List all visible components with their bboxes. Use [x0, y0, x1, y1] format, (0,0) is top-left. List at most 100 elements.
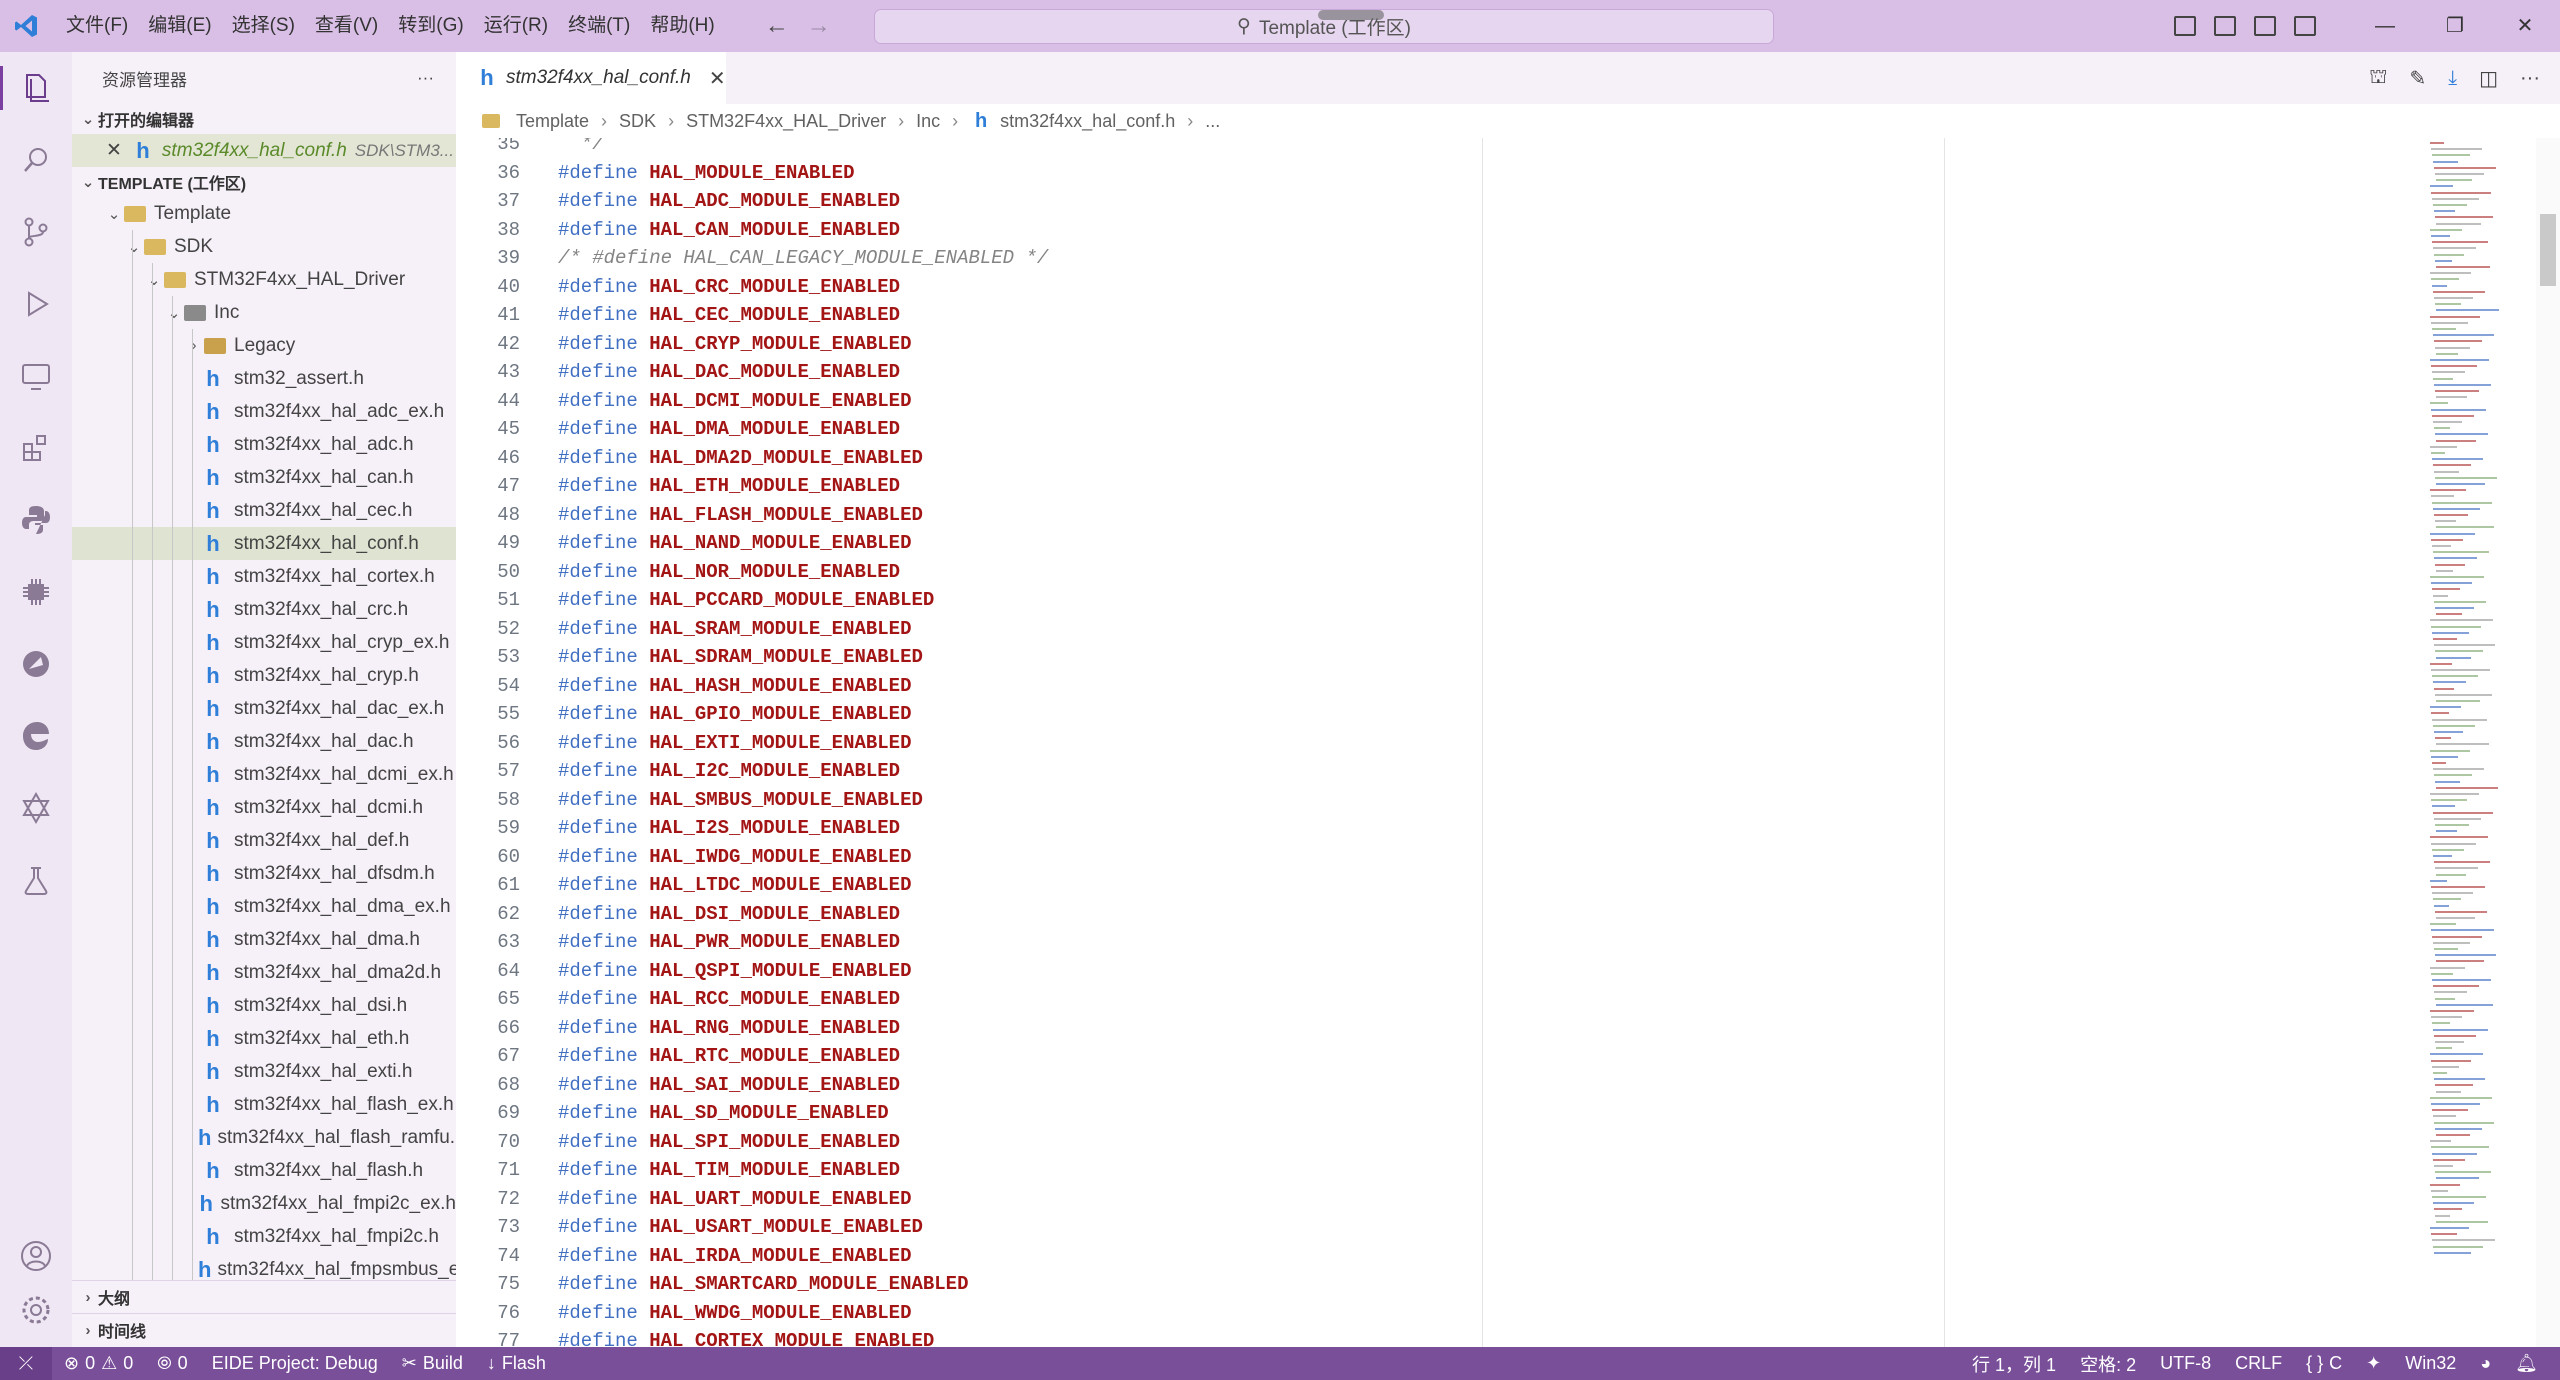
problems-indicator[interactable]: ⊗ 0 ⚠ 0	[52, 1353, 145, 1374]
settings-gear-icon[interactable]	[0, 1274, 72, 1346]
outline-header[interactable]: › 大纲	[72, 1280, 456, 1313]
menu-item[interactable]: 选择(S)	[222, 0, 305, 52]
tree-file-item[interactable]: h stm32_assert.h	[72, 362, 456, 395]
chip-icon[interactable]	[0, 556, 72, 628]
notifications-bell-icon[interactable]: 🔔︎	[2503, 1353, 2550, 1374]
tree-file-item[interactable]: h stm32f4xx_hal_dcmi_ex.h	[72, 758, 456, 791]
end-of-line[interactable]: CRLF	[2223, 1353, 2294, 1374]
breadcrumb-item[interactable]: SDK	[619, 111, 656, 132]
tree-file-item[interactable]: h stm32f4xx_hal_adc.h	[72, 428, 456, 461]
extensions-icon[interactable]	[0, 412, 72, 484]
remote-explorer-icon[interactable]	[0, 340, 72, 412]
tree-file-item[interactable]: h stm32f4xx_hal_dcmi.h	[72, 791, 456, 824]
tree-file-item[interactable]: h stm32f4xx_hal_crc.h	[72, 593, 456, 626]
tree-file-item[interactable]: h stm32f4xx_hal_cortex.h	[72, 560, 456, 593]
explorer-icon[interactable]	[0, 52, 72, 124]
workspace-header[interactable]: ⌄ TEMPLATE (工作区)	[72, 167, 456, 197]
tree-file-item[interactable]: h stm32f4xx_hal_dma.h	[72, 923, 456, 956]
toggle-panel-icon[interactable]	[2214, 16, 2236, 36]
indentation[interactable]: 空格: 2	[2068, 1351, 2148, 1377]
eide-icon[interactable]	[0, 628, 72, 700]
menu-item[interactable]: 帮助(H)	[640, 0, 724, 52]
tree-file-item[interactable]: h stm32f4xx_hal_fmpi2c_ex.h	[72, 1187, 456, 1220]
tree-file-item[interactable]: h stm32f4xx_hal_def.h	[72, 824, 456, 857]
platformio-status-icon[interactable]: ✦	[2354, 1353, 2393, 1374]
toggle-primary-sidebar-icon[interactable]	[2174, 16, 2196, 36]
tree-file-item[interactable]: h stm32f4xx_hal_dac_ex.h	[72, 692, 456, 725]
tree-folder-item[interactable]: › Legacy	[72, 329, 456, 362]
source-control-icon[interactable]	[0, 196, 72, 268]
open-editors-header[interactable]: ⌄ 打开的编辑器	[72, 104, 456, 134]
clean-icon[interactable]: ✎	[2410, 66, 2427, 91]
platformio-icon[interactable]	[0, 772, 72, 844]
tree-file-item[interactable]: h stm32f4xx_hal_flash_ramfu...	[72, 1121, 456, 1154]
toggle-secondary-sidebar-icon[interactable]	[2254, 16, 2276, 36]
encoding[interactable]: UTF-8	[2148, 1353, 2223, 1374]
testing-icon[interactable]	[0, 844, 72, 916]
close-tab-icon[interactable]: ✕	[709, 66, 726, 91]
tree-file-item[interactable]: h stm32f4xx_hal_flash.h	[72, 1154, 456, 1187]
remote-indicator-icon[interactable]: ⤫	[0, 1347, 52, 1380]
breadcrumb-item[interactable]: Inc	[916, 111, 940, 132]
platform-config[interactable]: Win32	[2393, 1353, 2468, 1374]
tree-folder-item[interactable]: ⌄ Inc	[72, 296, 456, 329]
minimap[interactable]	[2426, 138, 2536, 1347]
eide-project-status[interactable]: EIDE Project: Debug	[200, 1353, 390, 1374]
customize-layout-icon[interactable]	[2294, 16, 2316, 36]
copilot-icon[interactable]: ◕	[2468, 1353, 2503, 1374]
download-icon[interactable]: ⤓	[2448, 67, 2457, 90]
flash-button[interactable]: ↓ Flash	[475, 1353, 558, 1374]
tree-file-item[interactable]: h stm32f4xx_hal_exti.h	[72, 1055, 456, 1088]
open-editor-item[interactable]: ✕ h stm32f4xx_hal_conf.h SDK\STM3...	[72, 134, 456, 167]
tree-file-item[interactable]: h stm32f4xx_hal_dsi.h	[72, 989, 456, 1022]
forward-arrow-icon[interactable]: →	[807, 12, 831, 40]
restore-icon[interactable]: ❐	[2420, 0, 2490, 52]
tree-folder-item[interactable]: ⌄ STM32F4xx_HAL_Driver	[72, 263, 456, 296]
breadcrumb-item[interactable]: STM32F4xx_HAL_Driver	[686, 111, 886, 132]
build-button[interactable]: ✂ Build	[390, 1353, 475, 1374]
tree-file-item[interactable]: h stm32f4xx_hal_flash_ex.h	[72, 1088, 456, 1121]
tree-file-item[interactable]: h stm32f4xx_hal_fmpi2c.h	[72, 1220, 456, 1253]
breadcrumb-item[interactable]: Template	[516, 111, 589, 132]
search-view-icon[interactable]	[0, 124, 72, 196]
close-window-icon[interactable]: ✕	[2490, 0, 2560, 52]
tree-folder-item[interactable]: ⌄ SDK	[72, 230, 456, 263]
menu-item[interactable]: 转到(G)	[388, 0, 473, 52]
more-actions-icon[interactable]: ···	[417, 68, 434, 88]
minimize-icon[interactable]: —	[2350, 0, 2420, 52]
tree-file-item[interactable]: h stm32f4xx_hal_dfsdm.h	[72, 857, 456, 890]
split-editor-icon[interactable]: ◫	[2479, 66, 2498, 91]
python-icon[interactable]	[0, 484, 72, 556]
timeline-header[interactable]: › 时间线	[72, 1313, 456, 1346]
tree-file-item[interactable]: h stm32f4xx_hal_cryp_ex.h	[72, 626, 456, 659]
cursor-position[interactable]: 行 1，列 1	[1960, 1351, 2068, 1377]
tree-file-item[interactable]: h stm32f4xx_hal_cec.h	[72, 494, 456, 527]
tree-file-item[interactable]: h stm32f4xx_hal_adc_ex.h	[72, 395, 456, 428]
back-arrow-icon[interactable]: ←	[765, 12, 789, 40]
build-icon[interactable]: ⛫	[2369, 66, 2387, 91]
menu-item[interactable]: 运行(R)	[474, 0, 558, 52]
tree-file-item[interactable]: h stm32f4xx_hal_dac.h	[72, 725, 456, 758]
run-debug-icon[interactable]	[0, 268, 72, 340]
tree-file-item[interactable]: h stm32f4xx_hal_dma2d.h	[72, 956, 456, 989]
scrollbar-thumb[interactable]	[2540, 214, 2556, 286]
breadcrumb-item[interactable]: stm32f4xx_hal_conf.h	[1000, 111, 1175, 132]
menu-item[interactable]: 终端(T)	[558, 0, 640, 52]
breadcrumb-item[interactable]: ...	[1205, 111, 1220, 132]
code-editor[interactable]: 35 */36 #define HAL_MODULE_ENABLED 37 #defi…	[456, 138, 2426, 1347]
tree-file-item[interactable]: h stm32f4xx_hal_conf.h	[72, 527, 456, 560]
language-mode[interactable]: { } C	[2294, 1353, 2354, 1374]
tree-file-item[interactable]: h stm32f4xx_hal_eth.h	[72, 1022, 456, 1055]
vertical-scrollbar[interactable]	[2536, 138, 2560, 1347]
tree-file-item[interactable]: h stm32f4xx_hal_can.h	[72, 461, 456, 494]
menu-item[interactable]: 编辑(E)	[138, 0, 221, 52]
editor-more-icon[interactable]: ···	[2520, 67, 2540, 90]
close-editor-icon[interactable]: ✕	[106, 139, 122, 162]
tree-file-item[interactable]: h stm32f4xx_hal_cryp.h	[72, 659, 456, 692]
menu-item[interactable]: 查看(V)	[305, 0, 388, 52]
tree-file-item[interactable]: h stm32f4xx_hal_dma_ex.h	[72, 890, 456, 923]
edge-icon[interactable]	[0, 700, 72, 772]
ports-indicator[interactable]: ⦾ 0	[145, 1353, 199, 1374]
tree-folder-item[interactable]: ⌄ Template	[72, 197, 456, 230]
menu-item[interactable]: 文件(F)	[56, 0, 138, 52]
